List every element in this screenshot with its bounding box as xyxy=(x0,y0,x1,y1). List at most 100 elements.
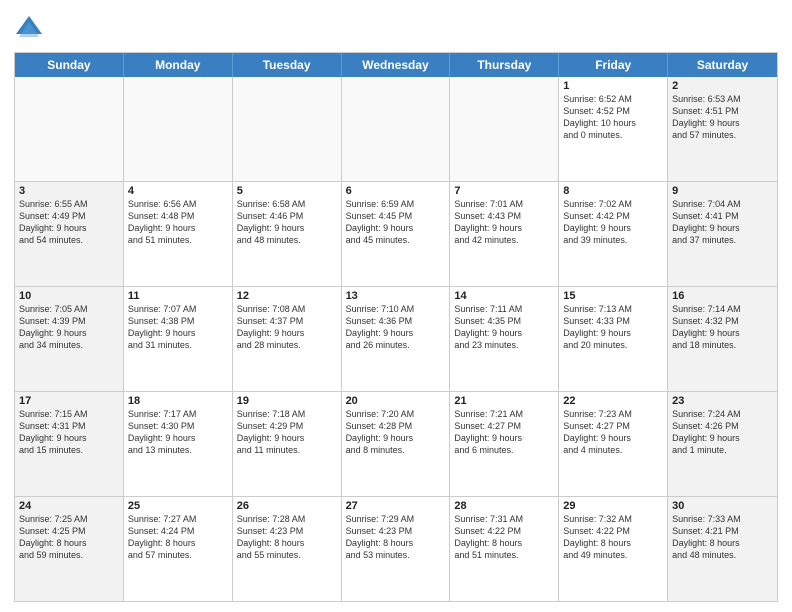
day-cell-5: 5Sunrise: 6:58 AM Sunset: 4:46 PM Daylig… xyxy=(233,182,342,286)
day-number: 21 xyxy=(454,395,554,407)
day-info: Sunrise: 6:56 AM Sunset: 4:48 PM Dayligh… xyxy=(128,198,228,247)
day-info: Sunrise: 7:07 AM Sunset: 4:38 PM Dayligh… xyxy=(128,303,228,352)
calendar-body: 1Sunrise: 6:52 AM Sunset: 4:52 PM Daylig… xyxy=(15,77,777,601)
day-cell-20: 20Sunrise: 7:20 AM Sunset: 4:28 PM Dayli… xyxy=(342,392,451,496)
day-number: 17 xyxy=(19,395,119,407)
day-cell-6: 6Sunrise: 6:59 AM Sunset: 4:45 PM Daylig… xyxy=(342,182,451,286)
day-cell-8: 8Sunrise: 7:02 AM Sunset: 4:42 PM Daylig… xyxy=(559,182,668,286)
day-cell-13: 13Sunrise: 7:10 AM Sunset: 4:36 PM Dayli… xyxy=(342,287,451,391)
day-number: 27 xyxy=(346,500,446,512)
day-number: 15 xyxy=(563,290,663,302)
day-info: Sunrise: 7:20 AM Sunset: 4:28 PM Dayligh… xyxy=(346,408,446,457)
day-info: Sunrise: 7:21 AM Sunset: 4:27 PM Dayligh… xyxy=(454,408,554,457)
day-info: Sunrise: 6:52 AM Sunset: 4:52 PM Dayligh… xyxy=(563,93,663,142)
day-info: Sunrise: 7:17 AM Sunset: 4:30 PM Dayligh… xyxy=(128,408,228,457)
day-cell-17: 17Sunrise: 7:15 AM Sunset: 4:31 PM Dayli… xyxy=(15,392,124,496)
day-info: Sunrise: 7:33 AM Sunset: 4:21 PM Dayligh… xyxy=(672,513,773,562)
day-info: Sunrise: 7:02 AM Sunset: 4:42 PM Dayligh… xyxy=(563,198,663,247)
day-info: Sunrise: 7:28 AM Sunset: 4:23 PM Dayligh… xyxy=(237,513,337,562)
day-cell-12: 12Sunrise: 7:08 AM Sunset: 4:37 PM Dayli… xyxy=(233,287,342,391)
logo-icon xyxy=(14,14,44,44)
day-cell-26: 26Sunrise: 7:28 AM Sunset: 4:23 PM Dayli… xyxy=(233,497,342,601)
day-cell-1: 1Sunrise: 6:52 AM Sunset: 4:52 PM Daylig… xyxy=(559,77,668,181)
day-cell-2: 2Sunrise: 6:53 AM Sunset: 4:51 PM Daylig… xyxy=(668,77,777,181)
day-cell-18: 18Sunrise: 7:17 AM Sunset: 4:30 PM Dayli… xyxy=(124,392,233,496)
day-number: 13 xyxy=(346,290,446,302)
empty-cell xyxy=(124,77,233,181)
day-number: 14 xyxy=(454,290,554,302)
header-day-monday: Monday xyxy=(124,53,233,77)
day-number: 19 xyxy=(237,395,337,407)
day-info: Sunrise: 7:32 AM Sunset: 4:22 PM Dayligh… xyxy=(563,513,663,562)
day-info: Sunrise: 7:31 AM Sunset: 4:22 PM Dayligh… xyxy=(454,513,554,562)
header xyxy=(14,10,778,44)
day-cell-27: 27Sunrise: 7:29 AM Sunset: 4:23 PM Dayli… xyxy=(342,497,451,601)
calendar: SundayMondayTuesdayWednesdayThursdayFrid… xyxy=(14,52,778,602)
day-cell-16: 16Sunrise: 7:14 AM Sunset: 4:32 PM Dayli… xyxy=(668,287,777,391)
day-number: 5 xyxy=(237,185,337,197)
day-number: 28 xyxy=(454,500,554,512)
day-cell-22: 22Sunrise: 7:23 AM Sunset: 4:27 PM Dayli… xyxy=(559,392,668,496)
day-number: 10 xyxy=(19,290,119,302)
week-row-2: 3Sunrise: 6:55 AM Sunset: 4:49 PM Daylig… xyxy=(15,182,777,287)
day-info: Sunrise: 7:14 AM Sunset: 4:32 PM Dayligh… xyxy=(672,303,773,352)
header-day-sunday: Sunday xyxy=(15,53,124,77)
day-number: 23 xyxy=(672,395,773,407)
day-cell-4: 4Sunrise: 6:56 AM Sunset: 4:48 PM Daylig… xyxy=(124,182,233,286)
empty-cell xyxy=(450,77,559,181)
day-info: Sunrise: 7:24 AM Sunset: 4:26 PM Dayligh… xyxy=(672,408,773,457)
day-info: Sunrise: 7:15 AM Sunset: 4:31 PM Dayligh… xyxy=(19,408,119,457)
header-day-thursday: Thursday xyxy=(450,53,559,77)
day-cell-23: 23Sunrise: 7:24 AM Sunset: 4:26 PM Dayli… xyxy=(668,392,777,496)
day-info: Sunrise: 7:29 AM Sunset: 4:23 PM Dayligh… xyxy=(346,513,446,562)
day-number: 2 xyxy=(672,80,773,92)
empty-cell xyxy=(15,77,124,181)
day-cell-28: 28Sunrise: 7:31 AM Sunset: 4:22 PM Dayli… xyxy=(450,497,559,601)
day-cell-24: 24Sunrise: 7:25 AM Sunset: 4:25 PM Dayli… xyxy=(15,497,124,601)
week-row-4: 17Sunrise: 7:15 AM Sunset: 4:31 PM Dayli… xyxy=(15,392,777,497)
day-number: 25 xyxy=(128,500,228,512)
empty-cell xyxy=(342,77,451,181)
week-row-5: 24Sunrise: 7:25 AM Sunset: 4:25 PM Dayli… xyxy=(15,497,777,601)
header-day-saturday: Saturday xyxy=(668,53,777,77)
day-cell-9: 9Sunrise: 7:04 AM Sunset: 4:41 PM Daylig… xyxy=(668,182,777,286)
day-info: Sunrise: 7:10 AM Sunset: 4:36 PM Dayligh… xyxy=(346,303,446,352)
day-number: 12 xyxy=(237,290,337,302)
day-number: 6 xyxy=(346,185,446,197)
day-info: Sunrise: 7:01 AM Sunset: 4:43 PM Dayligh… xyxy=(454,198,554,247)
logo xyxy=(14,14,48,44)
day-number: 18 xyxy=(128,395,228,407)
day-cell-10: 10Sunrise: 7:05 AM Sunset: 4:39 PM Dayli… xyxy=(15,287,124,391)
day-cell-7: 7Sunrise: 7:01 AM Sunset: 4:43 PM Daylig… xyxy=(450,182,559,286)
day-cell-21: 21Sunrise: 7:21 AM Sunset: 4:27 PM Dayli… xyxy=(450,392,559,496)
day-info: Sunrise: 7:23 AM Sunset: 4:27 PM Dayligh… xyxy=(563,408,663,457)
day-number: 30 xyxy=(672,500,773,512)
day-number: 26 xyxy=(237,500,337,512)
week-row-3: 10Sunrise: 7:05 AM Sunset: 4:39 PM Dayli… xyxy=(15,287,777,392)
day-info: Sunrise: 7:27 AM Sunset: 4:24 PM Dayligh… xyxy=(128,513,228,562)
day-info: Sunrise: 6:58 AM Sunset: 4:46 PM Dayligh… xyxy=(237,198,337,247)
day-cell-11: 11Sunrise: 7:07 AM Sunset: 4:38 PM Dayli… xyxy=(124,287,233,391)
day-cell-25: 25Sunrise: 7:27 AM Sunset: 4:24 PM Dayli… xyxy=(124,497,233,601)
day-number: 16 xyxy=(672,290,773,302)
day-info: Sunrise: 7:08 AM Sunset: 4:37 PM Dayligh… xyxy=(237,303,337,352)
day-cell-3: 3Sunrise: 6:55 AM Sunset: 4:49 PM Daylig… xyxy=(15,182,124,286)
day-number: 11 xyxy=(128,290,228,302)
day-number: 7 xyxy=(454,185,554,197)
calendar-header: SundayMondayTuesdayWednesdayThursdayFrid… xyxy=(15,53,777,77)
day-info: Sunrise: 7:13 AM Sunset: 4:33 PM Dayligh… xyxy=(563,303,663,352)
header-day-tuesday: Tuesday xyxy=(233,53,342,77)
week-row-1: 1Sunrise: 6:52 AM Sunset: 4:52 PM Daylig… xyxy=(15,77,777,182)
day-info: Sunrise: 7:04 AM Sunset: 4:41 PM Dayligh… xyxy=(672,198,773,247)
day-info: Sunrise: 7:25 AM Sunset: 4:25 PM Dayligh… xyxy=(19,513,119,562)
empty-cell xyxy=(233,77,342,181)
day-info: Sunrise: 6:59 AM Sunset: 4:45 PM Dayligh… xyxy=(346,198,446,247)
day-cell-29: 29Sunrise: 7:32 AM Sunset: 4:22 PM Dayli… xyxy=(559,497,668,601)
day-cell-30: 30Sunrise: 7:33 AM Sunset: 4:21 PM Dayli… xyxy=(668,497,777,601)
header-day-wednesday: Wednesday xyxy=(342,53,451,77)
day-cell-15: 15Sunrise: 7:13 AM Sunset: 4:33 PM Dayli… xyxy=(559,287,668,391)
day-number: 1 xyxy=(563,80,663,92)
day-number: 9 xyxy=(672,185,773,197)
day-number: 8 xyxy=(563,185,663,197)
day-info: Sunrise: 6:55 AM Sunset: 4:49 PM Dayligh… xyxy=(19,198,119,247)
